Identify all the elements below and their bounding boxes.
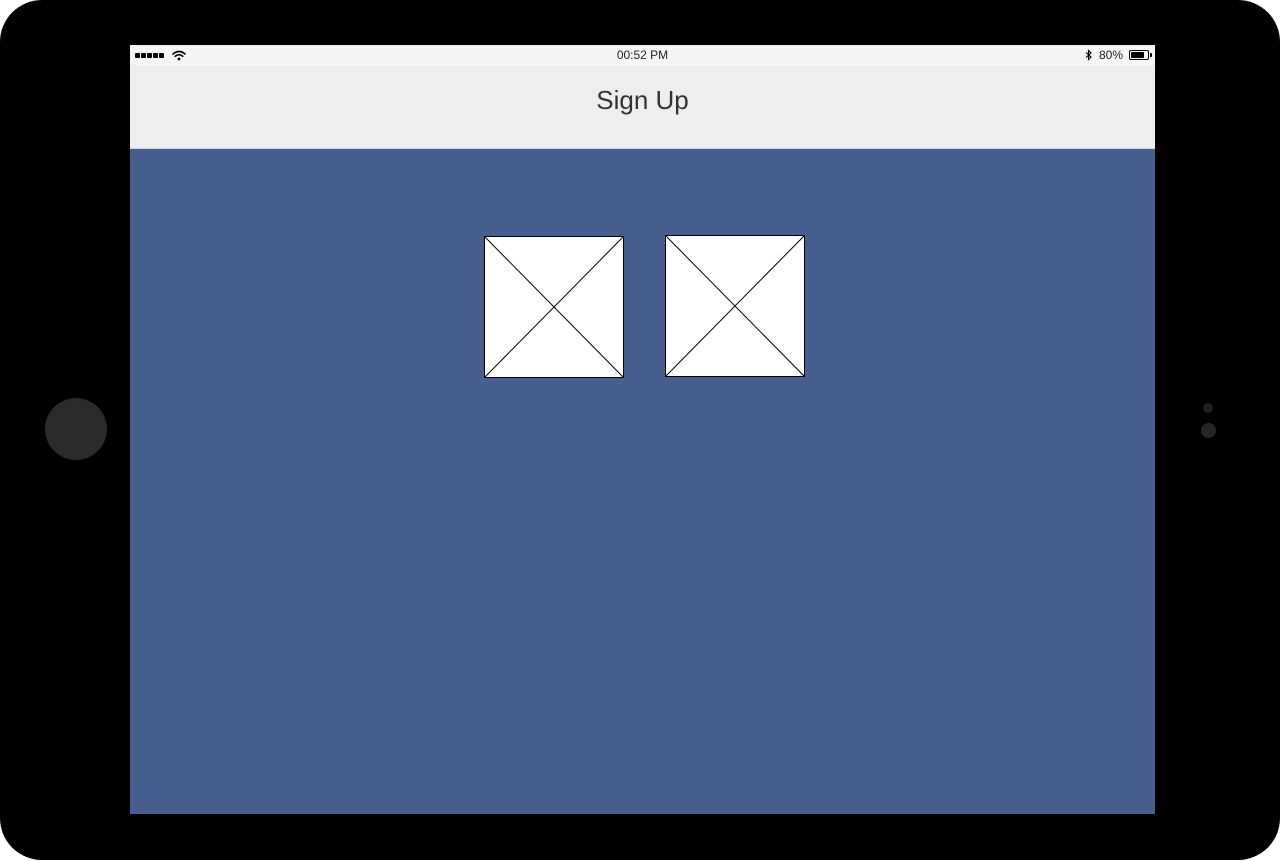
battery-percent: 80% xyxy=(1098,48,1123,62)
bluetooth-icon xyxy=(1085,49,1092,61)
image-placeholder-1[interactable] xyxy=(484,236,624,378)
tablet-frame: 00:52 PM 80% Sign Up xyxy=(0,0,1280,860)
battery-tip xyxy=(1150,53,1152,57)
status-bar: 00:52 PM 80% xyxy=(130,45,1155,65)
status-right: 80% xyxy=(1085,45,1152,65)
status-time: 00:52 PM xyxy=(616,48,669,62)
page-title: Sign Up xyxy=(596,85,689,115)
camera-icon xyxy=(1201,423,1216,438)
home-button[interactable] xyxy=(45,398,107,460)
screen: 00:52 PM 80% Sign Up xyxy=(130,45,1155,814)
battery-icon xyxy=(1129,50,1152,60)
image-placeholder-2[interactable] xyxy=(665,235,805,377)
image-placeholder-icon xyxy=(665,235,805,377)
nav-bar: Sign Up xyxy=(130,65,1155,149)
sensor-dot xyxy=(1203,403,1213,413)
battery-fill xyxy=(1131,52,1144,58)
image-placeholder-icon xyxy=(484,236,624,378)
